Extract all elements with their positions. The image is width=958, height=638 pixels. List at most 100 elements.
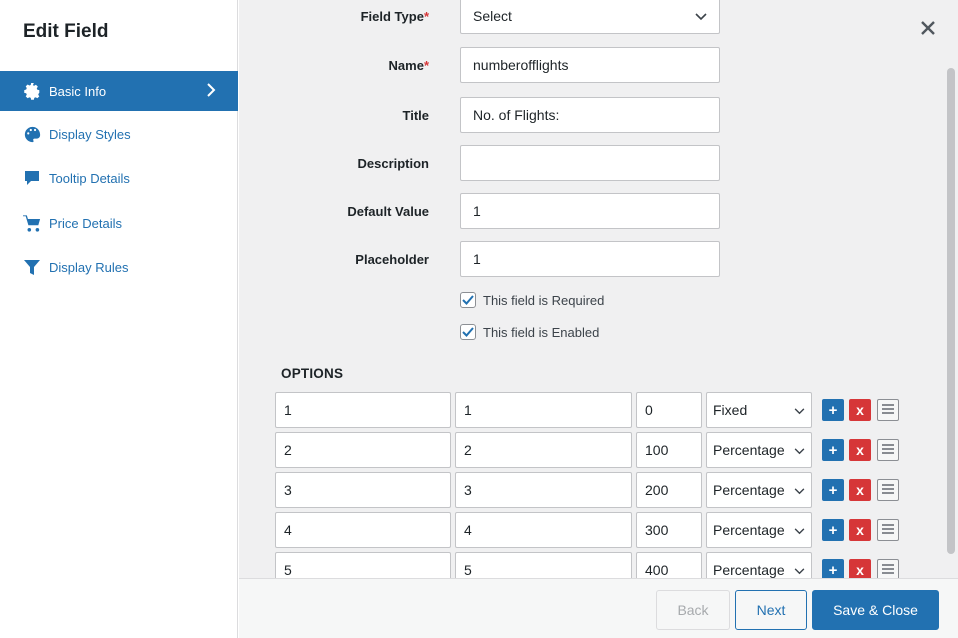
chevron-right-icon: [206, 82, 216, 100]
option-row: 2 2 100 Percentage + x: [275, 432, 915, 468]
option-price-type-value: Percentage: [713, 442, 785, 458]
option-value-input[interactable]: 2: [275, 432, 451, 468]
title-label: Title: [402, 108, 430, 123]
required-checkbox[interactable]: [460, 292, 476, 308]
cart-icon: [23, 214, 41, 232]
dialog-title: Edit Field: [23, 21, 109, 42]
placeholder-input[interactable]: 1: [460, 241, 720, 277]
name-label: Name*: [388, 58, 429, 73]
plus-icon: +: [828, 441, 838, 459]
sidebar-item-label: Display Rules: [49, 260, 129, 276]
option-price-type-value: Fixed: [713, 402, 748, 418]
add-option-button[interactable]: +: [822, 519, 844, 541]
chevron-down-icon: [794, 402, 805, 418]
option-label-input[interactable]: 4: [455, 512, 632, 548]
option-value-input[interactable]: 1: [275, 392, 451, 428]
sidebar-item-tooltip-details[interactable]: Tooltip Details: [0, 157, 238, 202]
chevron-down-icon: [794, 522, 805, 538]
add-option-button[interactable]: +: [822, 559, 844, 578]
filter-icon: [23, 259, 41, 277]
next-button[interactable]: Next: [735, 590, 807, 630]
option-value-input[interactable]: 3: [275, 472, 451, 508]
add-option-button[interactable]: +: [822, 439, 844, 461]
option-price-type-select[interactable]: Percentage: [706, 552, 812, 578]
x-icon: x: [856, 442, 864, 458]
sidebar-nav: Basic Info Display Styles Tooltip Detail…: [0, 71, 238, 290]
required-checkbox-row[interactable]: This field is Required: [460, 292, 604, 308]
sidebar: Edit Field Basic Info Display Styles Too…: [0, 0, 238, 638]
sidebar-item-basic-info[interactable]: Basic Info: [0, 71, 238, 111]
required-checkbox-label: This field is Required: [483, 292, 605, 308]
remove-option-button[interactable]: x: [849, 399, 871, 421]
drag-handle-button[interactable]: [877, 519, 899, 541]
description-input[interactable]: [460, 145, 720, 181]
remove-option-button[interactable]: x: [849, 439, 871, 461]
drag-handle-button[interactable]: [877, 439, 899, 461]
sidebar-item-label: Display Styles: [49, 126, 131, 142]
menu-lines-icon: [881, 442, 895, 459]
remove-option-button[interactable]: x: [849, 559, 871, 578]
option-price-type-select[interactable]: Percentage: [706, 512, 812, 548]
sidebar-item-label: Price Details: [49, 215, 122, 231]
sidebar-item-display-styles[interactable]: Display Styles: [0, 112, 238, 157]
sidebar-item-label: Tooltip Details: [49, 171, 130, 187]
field-type-select[interactable]: Select: [460, 0, 720, 34]
sidebar-item-price-details[interactable]: Price Details: [0, 201, 238, 246]
scrollbar[interactable]: [944, 0, 958, 578]
dialog-footer: Back Next Save & Close: [239, 578, 958, 638]
x-icon: x: [856, 522, 864, 538]
option-label-input[interactable]: 5: [455, 552, 632, 578]
field-type-value: Select: [473, 8, 512, 24]
menu-lines-icon: [881, 482, 895, 499]
sidebar-item-display-rules[interactable]: Display Rules: [0, 246, 238, 291]
name-input[interactable]: numberofflights: [460, 47, 720, 83]
option-row: 1 1 0 Fixed + x: [275, 392, 915, 428]
menu-lines-icon: [881, 562, 895, 579]
add-option-button[interactable]: +: [822, 399, 844, 421]
name-row: Name* numberofflights: [239, 47, 958, 85]
enabled-checkbox-row[interactable]: This field is Enabled: [460, 324, 599, 340]
option-price-type-value: Percentage: [713, 482, 785, 498]
plus-icon: +: [828, 521, 838, 539]
plus-icon: +: [828, 481, 838, 499]
field-settings-panel: Field Type* Select Name* numberofflights…: [239, 0, 958, 578]
remove-option-button[interactable]: x: [849, 479, 871, 501]
drag-handle-button[interactable]: [877, 559, 899, 578]
chevron-down-icon: [794, 482, 805, 498]
speech-bubble-icon: [23, 170, 41, 188]
option-price-input[interactable]: 300: [636, 512, 702, 548]
save-close-button[interactable]: Save & Close: [812, 590, 939, 630]
option-label-input[interactable]: 1: [455, 392, 632, 428]
options-heading: OPTIONS: [281, 366, 344, 381]
drag-handle-button[interactable]: [877, 399, 899, 421]
option-label-input[interactable]: 2: [455, 432, 632, 468]
option-price-input[interactable]: 0: [636, 392, 702, 428]
option-price-input[interactable]: 200: [636, 472, 702, 508]
enabled-checkbox[interactable]: [460, 324, 476, 340]
back-button[interactable]: Back: [656, 590, 730, 630]
menu-lines-icon: [881, 402, 895, 419]
option-price-input[interactable]: 400: [636, 552, 702, 578]
option-value-input[interactable]: 5: [275, 552, 451, 578]
option-price-type-value: Percentage: [713, 562, 785, 578]
title-input[interactable]: No. of Flights:: [460, 97, 720, 133]
option-row: 4 4 300 Percentage + x: [275, 512, 915, 548]
plus-icon: +: [828, 561, 838, 579]
option-price-type-select[interactable]: Percentage: [706, 472, 812, 508]
default-value-input[interactable]: 1: [460, 193, 720, 229]
option-row: 5 5 400 Percentage + x: [275, 552, 915, 578]
scrollbar-thumb[interactable]: [947, 68, 955, 554]
option-value-input[interactable]: 4: [275, 512, 451, 548]
option-label-input[interactable]: 3: [455, 472, 632, 508]
option-price-type-select[interactable]: Percentage: [706, 432, 812, 468]
x-icon: x: [856, 562, 864, 578]
placeholder-label: Placeholder: [355, 252, 429, 267]
option-price-input[interactable]: 100: [636, 432, 702, 468]
remove-option-button[interactable]: x: [849, 519, 871, 541]
x-icon: x: [856, 482, 864, 498]
option-row: 3 3 200 Percentage + x: [275, 472, 915, 508]
drag-handle-button[interactable]: [877, 479, 899, 501]
add-option-button[interactable]: +: [822, 479, 844, 501]
option-price-type-select[interactable]: Fixed: [706, 392, 812, 428]
description-label: Description: [357, 156, 429, 171]
